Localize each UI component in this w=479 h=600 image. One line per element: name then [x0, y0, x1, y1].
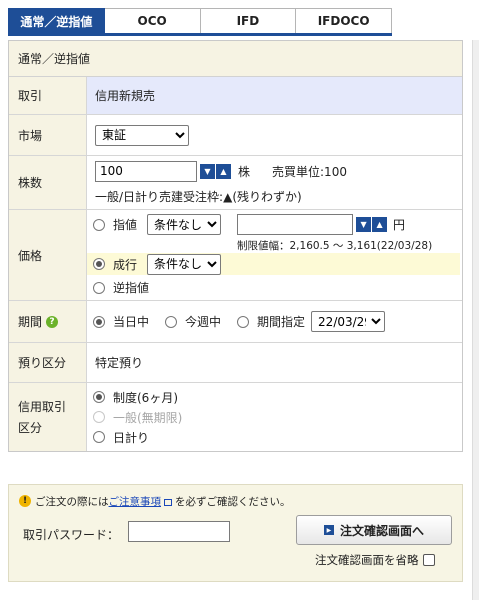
margin-system-label: 制度(6ヶ月) — [113, 390, 178, 405]
order-submit-panel: ! ご注文の際にはご注意事項 を必ずご確認ください。 取引パスワード： ▶ 注文確… — [8, 484, 463, 582]
notice-text: ご注文の際にはご注意事項 を必ずご確認ください。 — [35, 494, 291, 509]
shares-row: 株数 ▼ ▲ 株 売買単位:100 一般/日計り売建受注枠:▲(残りわずか) — [9, 156, 462, 210]
scrollbar[interactable] — [472, 40, 479, 600]
price-label: 価格 — [9, 210, 87, 300]
trade-value-cell: 信用新規売 — [87, 77, 462, 114]
period-week-radio[interactable] — [165, 315, 178, 328]
market-order-label: 成行 — [113, 257, 138, 272]
period-week-label: 今週中 — [185, 315, 222, 329]
trade-value: 信用新規売 — [95, 89, 156, 103]
skip-confirm-checkbox[interactable] — [422, 554, 435, 566]
limit-label: 指値 — [113, 218, 138, 232]
price-row: 価格 指値 条件なし ▼ ▲ 円 制限値幅：2,160.5 ～ 3,161(22… — [9, 210, 462, 301]
period-today-radio[interactable] — [93, 315, 105, 328]
custody-value: 特定預り — [95, 356, 144, 370]
custody-row: 預り区分 特定預り — [9, 343, 462, 383]
limit-price-stepper: ▼ ▲ — [356, 217, 388, 232]
shares-unit: 株 — [238, 164, 251, 179]
warning-icon: ! — [19, 495, 31, 507]
confirm-order-button[interactable]: ▶ 注文確認画面へ — [296, 515, 452, 545]
password-label: 取引パスワード： — [23, 528, 120, 542]
period-row: 期間 ? 当日中 今週中 期間指定 22/03/29 — [9, 301, 462, 343]
chevron-up-icon[interactable]: ▲ — [372, 217, 388, 232]
chevron-up-icon[interactable]: ▲ — [216, 163, 231, 179]
skip-confirm: 注文確認画面を省略 — [315, 552, 435, 568]
margin-general-label: 一般(無期限) — [113, 410, 183, 425]
margin-daytrade-label: 日計り — [113, 430, 150, 445]
price-limit-range: 制限値幅：2,160.5 ～ 3,161(22/03/28) — [237, 240, 433, 252]
order-type-tabs: 通常／逆指値 OCO IFD IFDOCO — [8, 8, 392, 36]
period-label: 期間 — [18, 315, 43, 329]
margin-type-row: 信用取引 区分 制度(6ヶ月) 一般(無期限) 日計り — [9, 383, 462, 451]
tab-normal-stop[interactable]: 通常／逆指値 — [8, 8, 105, 33]
notice-pre: ご注文の際には — [35, 496, 109, 508]
margin-system-radio[interactable] — [93, 391, 105, 403]
shares-input[interactable] — [95, 160, 197, 182]
market-order-radio[interactable] — [93, 258, 105, 270]
margin-type-label-line2: 区分 — [18, 421, 43, 435]
custody-label: 預り区分 — [9, 343, 87, 382]
password-input[interactable] — [128, 521, 230, 542]
market-label: 市場 — [9, 115, 87, 155]
limit-radio[interactable] — [93, 218, 105, 231]
margin-daytrade-radio[interactable] — [93, 431, 105, 443]
trading-unit: 売買単位:100 — [272, 164, 347, 179]
limit-price-input[interactable] — [237, 214, 354, 235]
tab-ifd[interactable]: IFD — [200, 8, 297, 33]
market-row: 市場 東証 — [9, 115, 462, 156]
yen-unit: 円 — [393, 218, 406, 232]
tab-ifdoco[interactable]: IFDOCO — [296, 8, 392, 33]
help-icon[interactable]: ? — [46, 315, 59, 328]
shares-label: 株数 — [9, 156, 87, 209]
chevron-down-icon[interactable]: ▼ — [200, 163, 215, 179]
chevron-down-icon[interactable]: ▼ — [356, 217, 372, 232]
trade-label: 取引 — [9, 77, 87, 114]
period-date-select[interactable]: 22/03/29 — [311, 311, 386, 332]
market-order-line: 成行 条件なし — [87, 253, 460, 275]
margin-general-radio — [93, 411, 105, 423]
margin-type-label-line1: 信用取引 — [18, 400, 67, 414]
market-condition-select[interactable]: 条件なし — [147, 253, 222, 275]
tab-oco[interactable]: OCO — [104, 8, 201, 33]
period-specify-label: 期間指定 — [257, 315, 306, 329]
market-select[interactable]: 東証 — [95, 124, 189, 146]
period-specify-radio[interactable] — [237, 315, 250, 328]
stop-radio[interactable] — [93, 281, 105, 294]
precautions-link[interactable]: ご注意事項 — [109, 496, 162, 508]
period-today-label: 当日中 — [113, 315, 150, 329]
notice-post: を必ずご確認ください。 — [175, 496, 291, 508]
stop-label: 逆指値 — [113, 281, 150, 295]
limit-condition-select[interactable]: 条件なし — [147, 214, 222, 235]
external-link-icon — [164, 498, 172, 506]
trade-row: 取引 信用新規売 — [9, 77, 462, 115]
confirm-order-label: 注文確認画面へ — [339, 523, 424, 538]
skip-confirm-label: 注文確認画面を省略 — [315, 553, 419, 567]
order-form: 通常／逆指値 取引 信用新規売 市場 東証 株数 ▼ ▲ 株 売買単位:100 — [8, 40, 463, 452]
shares-stepper: ▼ ▲ — [200, 163, 231, 179]
form-header: 通常／逆指値 — [9, 41, 462, 77]
order-capacity-note: 一般/日計り売建受注枠:▲(残りわずか) — [95, 189, 302, 204]
play-icon: ▶ — [323, 525, 334, 535]
